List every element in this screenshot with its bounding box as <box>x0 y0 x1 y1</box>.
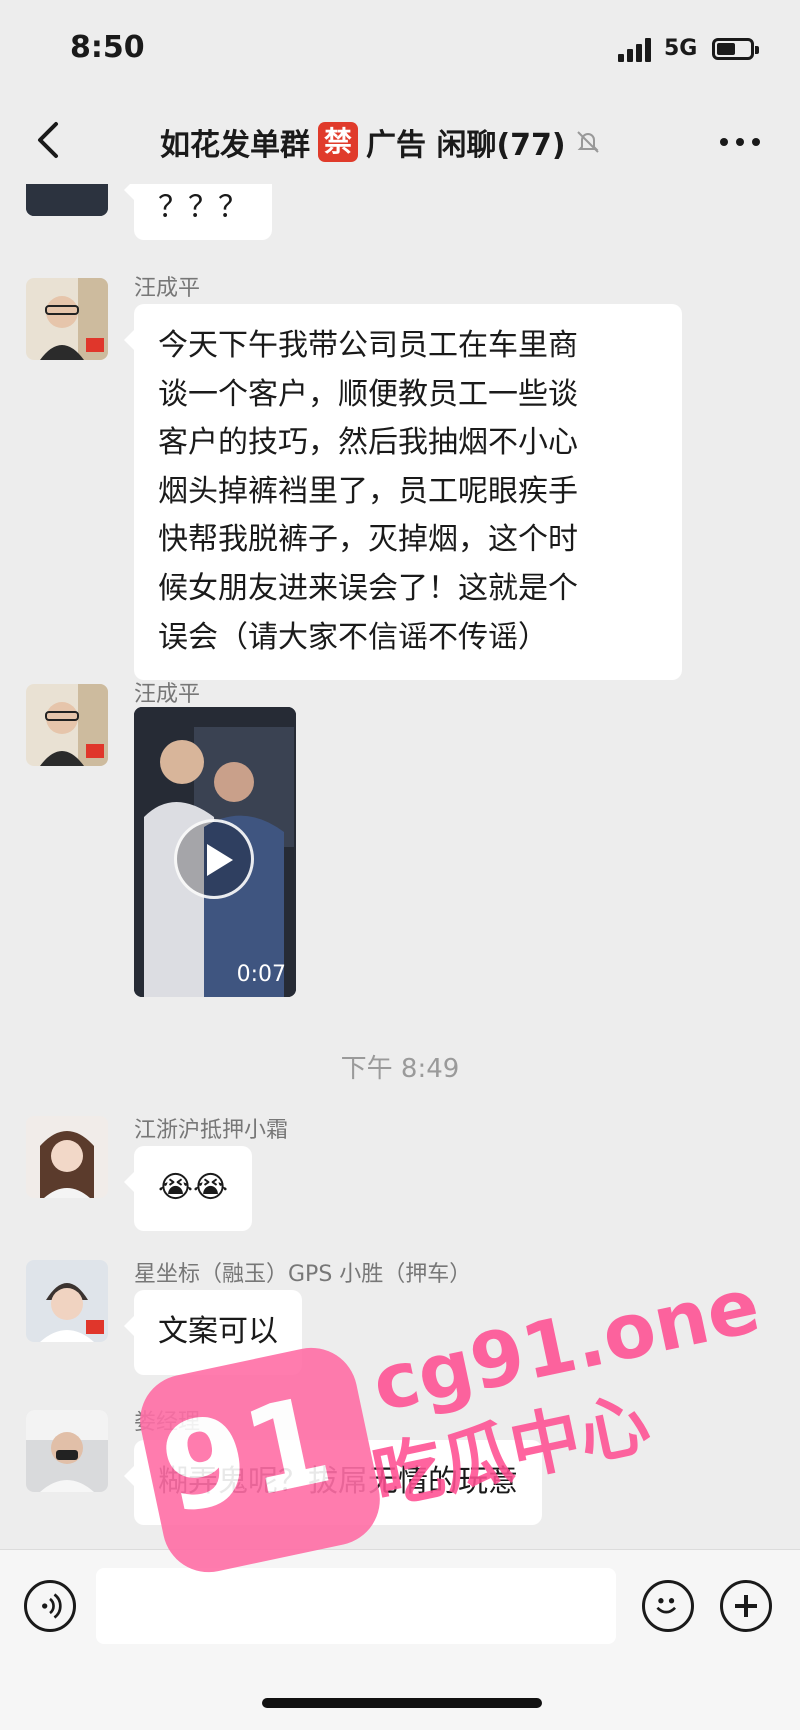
video-duration: 0:07 <box>236 962 286 987</box>
message-bubble[interactable]: ？？？ <box>124 184 272 240</box>
sender-name: 汪成平 <box>134 276 201 301</box>
avatar[interactable] <box>26 278 108 360</box>
plus-icon[interactable] <box>720 1580 772 1632</box>
group-subtitle: 广告 闲聊(77) <box>366 128 566 163</box>
battery-icon <box>712 38 759 60</box>
status-time: 8:50 <box>70 30 145 65</box>
timestamp: 下午 8:49 <box>340 1054 460 1084</box>
avatar[interactable] <box>26 1410 108 1492</box>
sender-name: 娄经理 <box>134 1410 201 1435</box>
message-bubble[interactable]: 今天下午我带公司员工在车里商 谈一个客户，顺便教员工一些谈 客户的技巧，然后我抽… <box>124 304 682 681</box>
message-bubble[interactable]: 😭😭 <box>123 1146 253 1231</box>
more-icon[interactable] <box>720 138 760 146</box>
message-bubble[interactable]: 文案可以 <box>124 1290 302 1375</box>
signal-icon <box>618 38 652 62</box>
chat-header: 如花发单群 禁 广告 闲聊(77) <box>0 100 800 184</box>
back-icon[interactable] <box>30 118 70 162</box>
status-bar: 8:50 5G <box>0 0 800 100</box>
sender-name: 汪成平 <box>134 682 201 707</box>
chat-title: 如花发单群 禁 广告 闲聊(77) <box>160 120 602 164</box>
sender-name: 星坐标（融玉）GPS 小胜（押车） <box>134 1262 472 1287</box>
message-bubble[interactable]: 糊弄鬼呢？拔屌无情的玩意 <box>124 1440 542 1525</box>
avatar[interactable] <box>26 684 108 766</box>
home-indicator <box>262 1698 542 1708</box>
avatar[interactable] <box>26 1260 108 1342</box>
sender-name: 江浙沪抵押小霜 <box>134 1118 289 1143</box>
message-input[interactable] <box>96 1568 616 1644</box>
play-icon[interactable] <box>174 819 254 899</box>
video-message[interactable]: 0:07 <box>134 707 296 997</box>
avatar[interactable] <box>26 184 108 216</box>
avatar[interactable] <box>26 1116 108 1198</box>
chat-area[interactable]: ？？？ 汪成平 今天下午我带公司员工在车里商 谈一个客户，顺便教员工一些谈 客户… <box>0 184 800 1549</box>
voice-icon[interactable] <box>24 1580 76 1632</box>
mute-icon <box>576 131 599 153</box>
network-label: 5G <box>664 36 698 61</box>
ban-badge: 禁 <box>318 122 358 162</box>
group-name: 如花发单群 <box>160 128 310 163</box>
emoji-icon[interactable] <box>642 1580 694 1632</box>
